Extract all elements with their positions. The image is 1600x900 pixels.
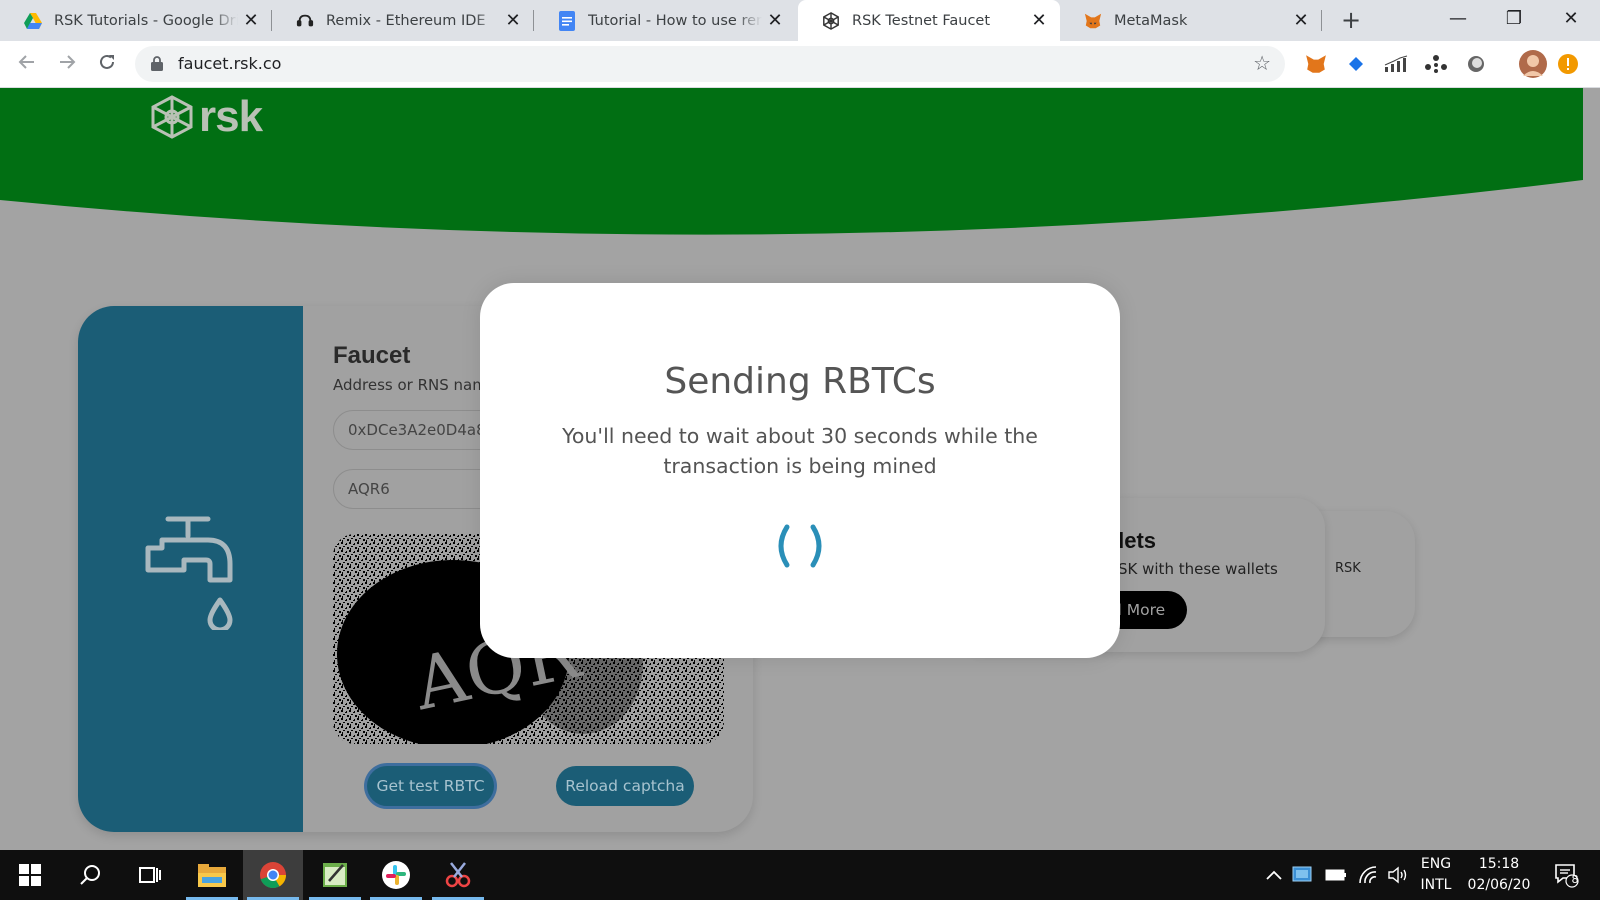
tab-remix[interactable]: Remix - Ethereum IDE ✕ bbox=[272, 0, 534, 41]
back-button[interactable] bbox=[12, 49, 42, 79]
remix-icon bbox=[296, 12, 314, 30]
tab-tutorial-doc[interactable]: Tutorial - How to use remix ✕ bbox=[534, 0, 796, 41]
signal-chart-icon[interactable] bbox=[1383, 51, 1409, 77]
wallets-subtitle: SK with these wallets bbox=[1118, 560, 1278, 578]
forward-arrow-icon bbox=[60, 55, 76, 69]
input-language[interactable]: ENG INTL bbox=[1416, 854, 1456, 896]
language-line-2: INTL bbox=[1420, 877, 1452, 893]
faucet-title: Faucet bbox=[333, 342, 411, 369]
google-docs-icon bbox=[558, 10, 576, 31]
network-dots-icon[interactable] bbox=[1423, 51, 1449, 77]
volume-icon[interactable] bbox=[1384, 850, 1412, 900]
sending-modal: Sending RBTCs You'll need to wait about … bbox=[480, 283, 1120, 658]
back-arrow-icon bbox=[18, 55, 34, 69]
reload-icon bbox=[100, 54, 114, 69]
task-view-icon[interactable] bbox=[120, 850, 180, 900]
lock-icon bbox=[151, 56, 163, 71]
modal-message: You'll need to wait about 30 seconds whi… bbox=[562, 424, 1038, 478]
tab-metamask[interactable]: MetaMask ✕ bbox=[1060, 0, 1322, 41]
update-alert-icon[interactable] bbox=[1557, 53, 1579, 75]
clock-date: 02/06/20 bbox=[1467, 877, 1531, 893]
logo-text: rsk bbox=[199, 92, 263, 141]
google-drive-icon bbox=[24, 12, 42, 30]
profile-avatar[interactable] bbox=[1518, 49, 1548, 79]
wallet-card-back-text: RSK bbox=[1335, 561, 1361, 576]
close-tab-icon[interactable]: ✕ bbox=[500, 10, 526, 31]
restore-button[interactable]: ❐ bbox=[1486, 0, 1542, 41]
show-hidden-icons-chevron-icon[interactable] bbox=[1262, 850, 1286, 900]
notepad-icon[interactable] bbox=[305, 850, 365, 900]
close-tab-icon[interactable]: ✕ bbox=[762, 10, 788, 31]
tab-rsk-faucet[interactable]: RSK Testnet Faucet ✕ bbox=[798, 0, 1060, 41]
reload-button[interactable] bbox=[92, 49, 122, 79]
tab-title: RSK Testnet Faucet bbox=[852, 12, 991, 29]
metamask-extension-icon[interactable] bbox=[1303, 51, 1329, 77]
clock[interactable]: 15:18 02/06/20 bbox=[1460, 854, 1538, 896]
forward-button[interactable] bbox=[52, 49, 82, 79]
tab-title: RSK Tutorials - Google Drive bbox=[54, 12, 238, 29]
address-bar[interactable]: faucet.rsk.co ☆ bbox=[135, 46, 1285, 82]
faucet-side-panel bbox=[78, 306, 303, 832]
chrome-icon[interactable] bbox=[243, 850, 303, 900]
rsk-logo: rsk bbox=[147, 92, 263, 142]
wifi-icon[interactable] bbox=[1354, 850, 1382, 900]
faucet-tap-icon bbox=[145, 516, 233, 630]
battery-icon[interactable] bbox=[1322, 850, 1350, 900]
browser-tab-bar: RSK Tutorials - Google Drive ✕ Remix - E… bbox=[0, 0, 1600, 41]
rsk-icon bbox=[822, 11, 840, 30]
notification-count-badge: 8 bbox=[1571, 873, 1579, 886]
blue-diamond-icon[interactable] bbox=[1343, 51, 1369, 77]
tab-title: Remix - Ethereum IDE bbox=[326, 12, 486, 29]
language-line-1: ENG bbox=[1420, 856, 1452, 872]
slack-icon[interactable] bbox=[366, 850, 426, 900]
close-window-button[interactable]: ✕ bbox=[1543, 0, 1599, 41]
faucet-address-label: Address or RNS name bbox=[333, 376, 497, 394]
tab-title: MetaMask bbox=[1114, 12, 1188, 29]
search-icon[interactable] bbox=[60, 850, 120, 900]
close-tab-icon[interactable]: ✕ bbox=[1288, 10, 1314, 31]
page-scrollbar[interactable] bbox=[1583, 88, 1600, 850]
windows-start-icon[interactable] bbox=[0, 850, 60, 900]
minimize-button[interactable]: — bbox=[1430, 0, 1486, 41]
browser-toolbar: faucet.rsk.co ☆ bbox=[0, 41, 1600, 88]
metamask-icon bbox=[1084, 12, 1102, 30]
display-tray-icon[interactable] bbox=[1288, 850, 1316, 900]
windows-taskbar: ENG INTL 15:18 02/06/20 8 bbox=[0, 850, 1600, 900]
snipping-icon[interactable] bbox=[428, 850, 488, 900]
tab-title: Tutorial - How to use remix bbox=[588, 12, 762, 29]
rsk-logo-icon bbox=[151, 95, 193, 139]
file-explorer-icon[interactable] bbox=[182, 850, 242, 900]
new-tab-button[interactable]: + bbox=[1337, 6, 1365, 34]
get-test-rbtc-button[interactable]: Get test RBTC bbox=[367, 766, 494, 806]
bookmark-star-icon[interactable]: ☆ bbox=[1253, 51, 1271, 75]
close-tab-icon[interactable]: ✕ bbox=[1026, 10, 1052, 31]
modal-title: Sending RBTCs bbox=[664, 361, 936, 402]
reload-captcha-button[interactable]: Reload captcha bbox=[556, 766, 694, 806]
action-center-icon[interactable]: 8 bbox=[1546, 850, 1586, 900]
clock-time: 15:18 bbox=[1478, 856, 1520, 872]
loading-spinner-icon bbox=[778, 524, 822, 568]
tab-rsk-tutorials[interactable]: RSK Tutorials - Google Drive ✕ bbox=[0, 0, 272, 41]
close-tab-icon[interactable]: ✕ bbox=[238, 10, 264, 31]
url-text[interactable]: faucet.rsk.co bbox=[178, 54, 281, 73]
circle-extension-icon[interactable] bbox=[1463, 51, 1489, 77]
